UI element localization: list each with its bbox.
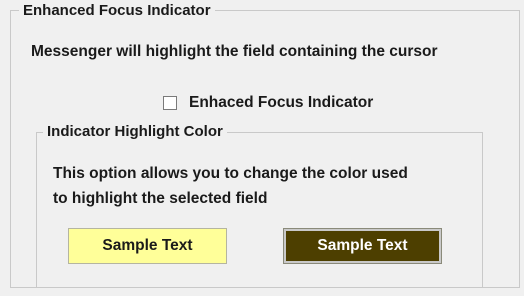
enhanced-focus-description: Messenger will highlight the field conta… xyxy=(31,43,438,60)
sample-text-dark-button[interactable]: Sample Text xyxy=(283,228,442,264)
enhanced-focus-group-title: Enhanced Focus Indicator xyxy=(19,2,215,20)
highlight-color-description-line-1: This option allows you to change the col… xyxy=(53,165,408,182)
sample-text-light-button[interactable]: Sample Text xyxy=(68,228,227,264)
enhanced-focus-group: Enhanced Focus Indicator Messenger will … xyxy=(10,2,520,288)
enhanced-focus-checkbox[interactable] xyxy=(163,96,177,110)
highlight-color-group-title: Indicator Highlight Color xyxy=(43,123,227,141)
highlight-color-description-line-2: to highlight the selected field xyxy=(53,190,268,207)
highlight-color-description: This option allows you to change the col… xyxy=(53,161,408,211)
highlight-color-group: Indicator Highlight Color This option al… xyxy=(36,123,483,288)
enhanced-focus-checkbox-row[interactable]: Enhaced Focus Indicator xyxy=(163,94,373,112)
enhanced-focus-checkbox-label[interactable]: Enhaced Focus Indicator xyxy=(189,94,373,112)
